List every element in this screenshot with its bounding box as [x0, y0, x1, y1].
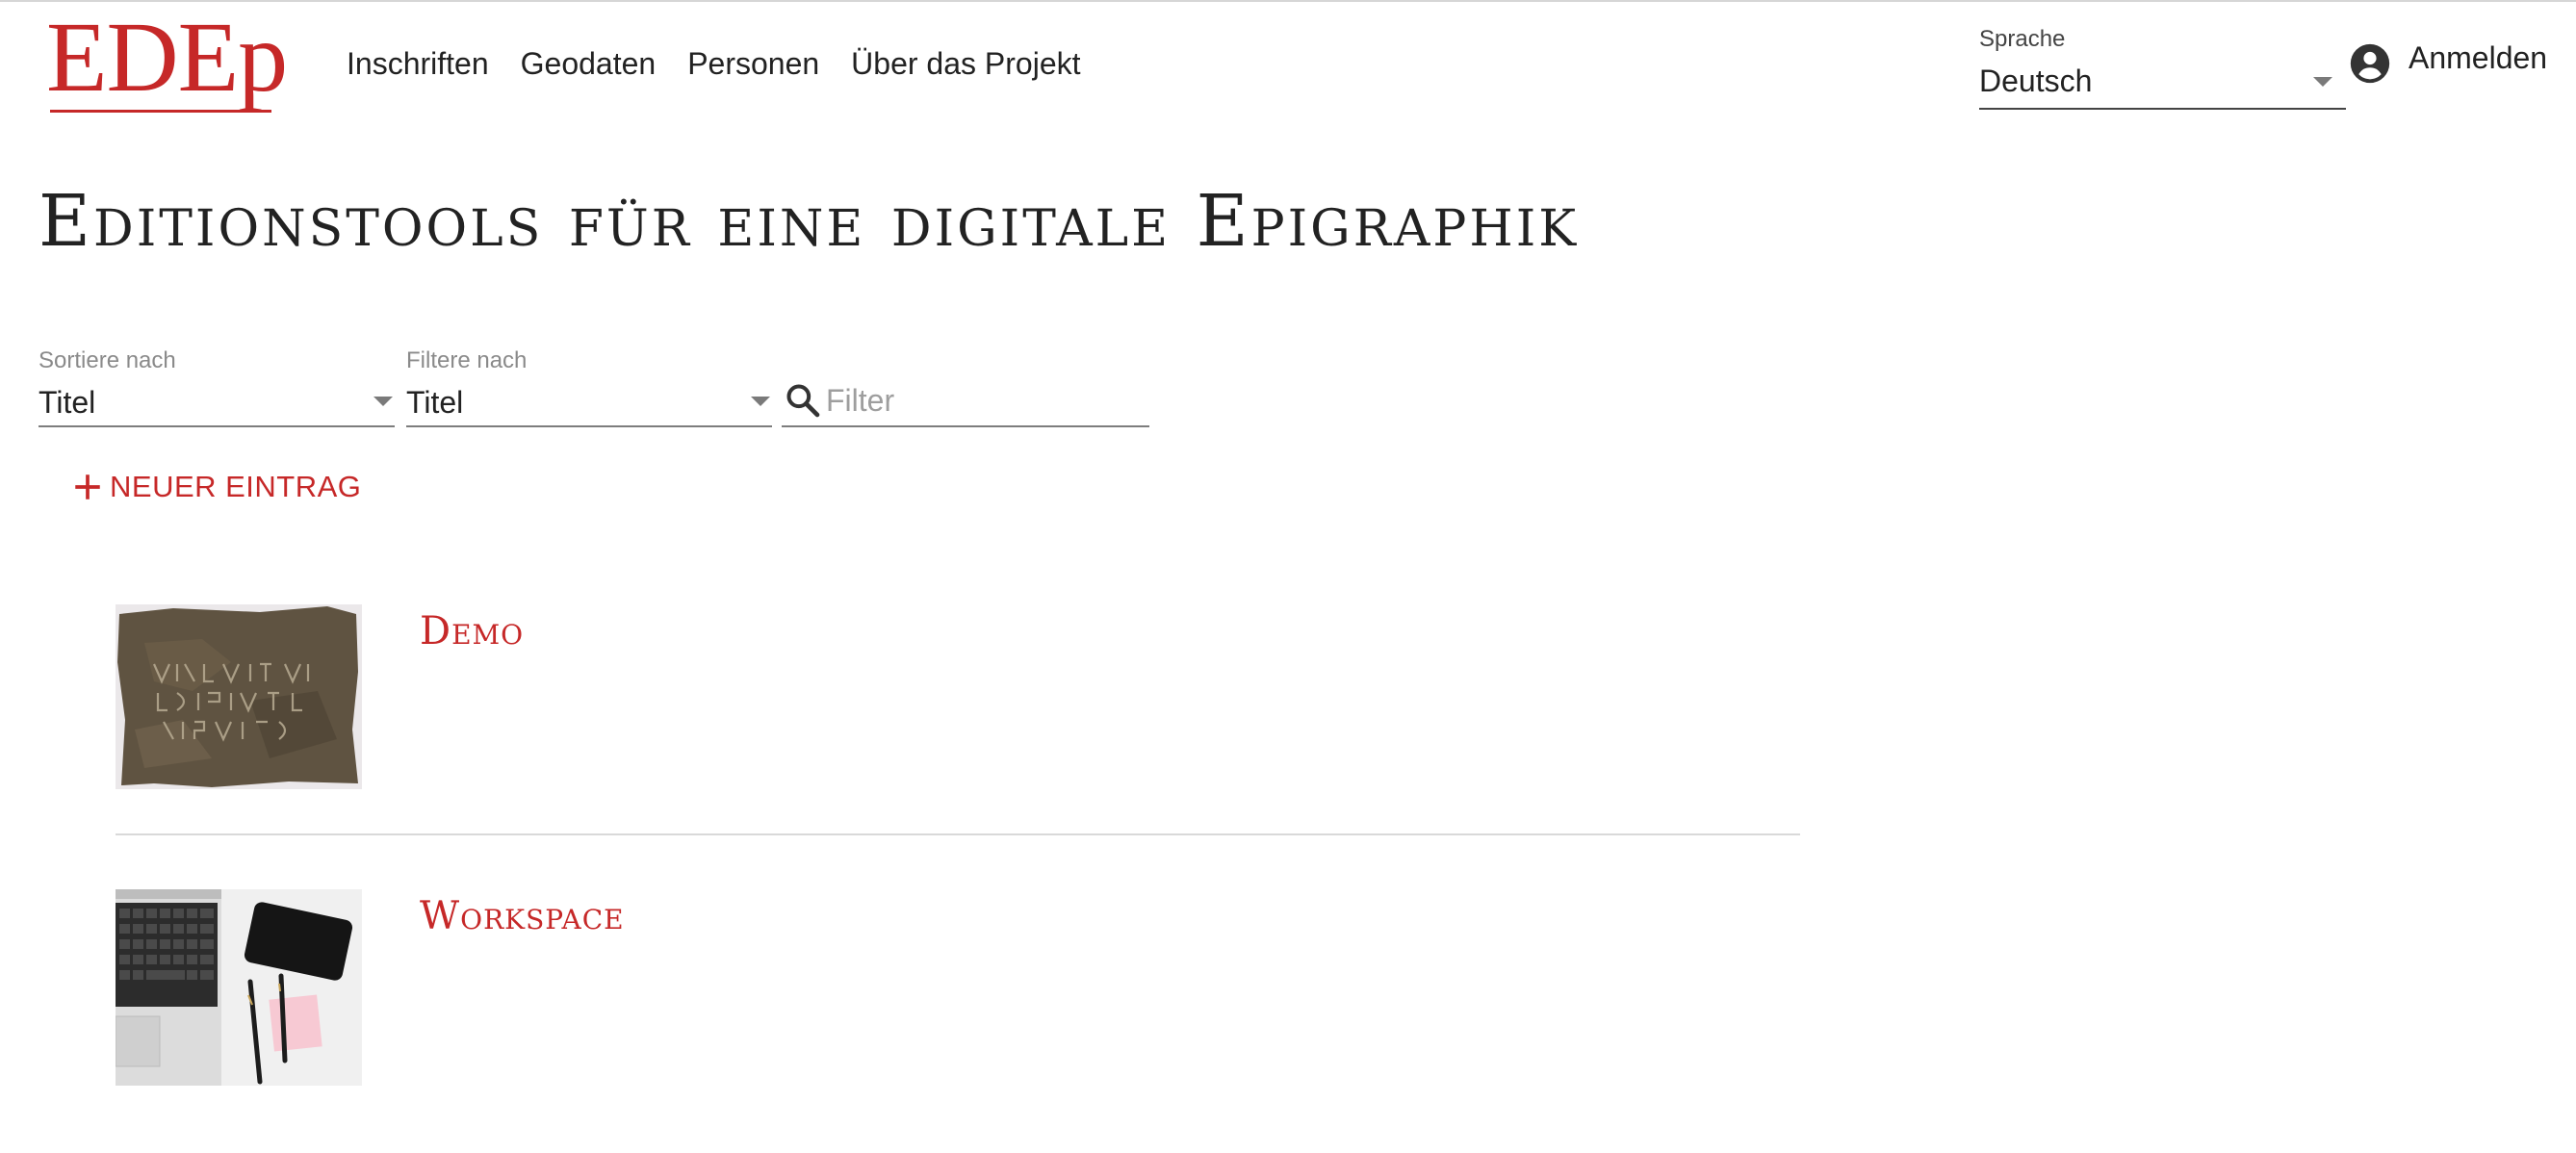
main-nav: Inschriften Geodaten Personen Über das P… [347, 42, 1081, 85]
logo-underline [50, 110, 271, 113]
filter-by-select[interactable]: Filtere nach Titel [406, 346, 772, 427]
new-entry-button[interactable]: NEUER EINTRAG [71, 466, 361, 508]
top-border [0, 0, 2576, 2]
filter-by-select-label: Filtere nach [406, 347, 528, 373]
workspace-thumbnail[interactable] [116, 889, 362, 1086]
nav-inschriften[interactable]: Inschriften [347, 42, 489, 85]
nav-personen[interactable]: Personen [687, 42, 819, 85]
inscription-stone-image [116, 604, 362, 789]
entry-title-demo[interactable]: Demo [420, 604, 524, 658]
search-icon [786, 384, 820, 418]
logo[interactable]: EDEp [46, 8, 288, 108]
chevron-down-icon [374, 397, 393, 406]
account-circle-icon[interactable] [2349, 42, 2391, 85]
page-title: Editionstools für eine digitale Epigraph… [39, 180, 1580, 263]
new-entry-label: NEUER EINTRAG [110, 470, 362, 503]
language-select-label: Sprache [1979, 26, 2066, 52]
nav-ueber-das-projekt[interactable]: Über das Projekt [851, 42, 1080, 85]
chevron-down-icon [751, 397, 770, 406]
chevron-down-icon [2313, 77, 2332, 87]
list-item: Demo [116, 604, 1800, 835]
language-select-value: Deutsch [1979, 64, 2093, 98]
nav-geodaten[interactable]: Geodaten [521, 42, 657, 85]
sort-select-value: Titel [39, 385, 96, 420]
login-link[interactable]: Anmelden [2409, 37, 2547, 79]
sort-select-label: Sortiere nach [39, 347, 176, 373]
filter-search-field [782, 346, 1149, 427]
demo-thumbnail[interactable] [116, 604, 362, 789]
entry-title-workspace[interactable]: Workspace [420, 889, 625, 943]
list-item: Workspace [116, 889, 1800, 1088]
language-select[interactable]: Sprache Deutsch [1979, 25, 2346, 110]
workspace-desk-image [116, 889, 362, 1086]
filter-input[interactable] [826, 379, 1144, 422]
sort-select[interactable]: Sortiere nach Titel [39, 346, 395, 427]
plus-icon [75, 474, 100, 500]
filter-by-select-value: Titel [406, 385, 464, 420]
